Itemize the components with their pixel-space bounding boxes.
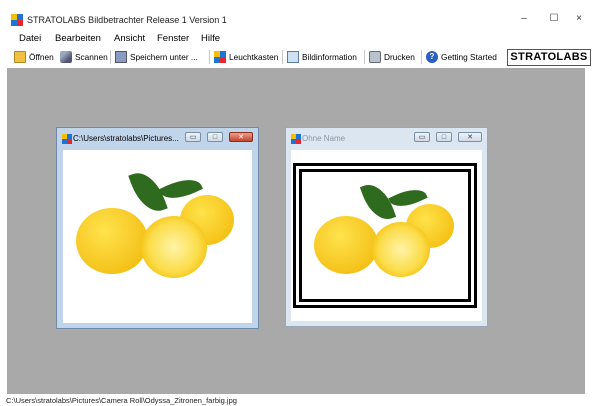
title-bar: STRATOLABS Bildbetrachter Release 1 Vers… [0,0,592,26]
scan-label: Scannen [75,51,108,62]
info-window-icon [287,50,299,63]
stratolabs-logo: STRATOLABS [507,49,591,66]
lightbox-icon [214,50,226,63]
toolbar-separator [282,49,283,64]
status-bar: C:\Users\stratolabs\Pictures\Camera Roll… [0,395,592,406]
lemon-shape [314,216,378,274]
subwindow-minimize-button[interactable]: ▭ [414,132,430,142]
folder-icon [14,50,26,63]
window-app-icon [291,134,301,144]
save-as-button[interactable]: Speichern unter ... [110,49,198,64]
lightbox-button[interactable]: Leuchtkasten [209,49,278,64]
image-window-title: Ohne Name [302,134,346,143]
maximize-button[interactable]: ☐ [541,11,567,27]
open-label: Öffnen [29,51,54,62]
menu-bearbeiten[interactable]: Bearbeiten [55,33,101,44]
double-frame-inner [299,169,471,302]
save-icon [115,50,127,63]
lightbox-label: Leuchtkasten [229,51,279,62]
lemon-half-shape [141,216,207,278]
menu-fenster[interactable]: Fenster [157,33,189,44]
toolbar-separator [364,49,365,64]
printer-icon [369,50,381,63]
app-icon [11,14,23,26]
lemon-half-shape [372,222,430,277]
print-label: Drucken [384,51,415,62]
image-window-title: C:\Users\stratolabs\Pictures... [73,134,179,143]
menu-bar: Datei Bearbeiten Ansicht Fenster Hilfe [0,32,592,46]
subwindow-restore-button[interactable]: □ [436,132,452,142]
subwindow-close-button[interactable]: ✕ [458,132,482,142]
image-info-label: Bildinformation [302,51,357,62]
toolbar-separator [110,49,111,64]
window-title: STRATOLABS Bildbetrachter Release 1 Vers… [27,15,227,25]
getting-started-button[interactable]: ? Getting Started [421,49,497,64]
close-button[interactable]: × [566,11,592,27]
image-info-button[interactable]: Bildinformation [282,49,357,64]
open-button[interactable]: Öffnen [14,49,54,64]
image-canvas [63,150,252,323]
menu-datei[interactable]: Datei [19,33,41,44]
minimize-button[interactable]: – [511,11,537,27]
help-icon: ? [426,50,438,63]
menu-ansicht[interactable]: Ansicht [114,33,145,44]
print-button[interactable]: Drucken [364,49,415,64]
subwindow-restore-button[interactable]: □ [207,132,223,142]
image-window-active[interactable]: C:\Users\stratolabs\Pictures... ▭ □ ✕ [56,127,259,329]
save-as-label: Speichern unter ... [130,51,198,62]
scan-button[interactable]: Scannen [60,49,108,64]
scanner-icon [60,50,72,63]
lemon-photo [63,150,252,300]
window-app-icon [62,134,72,144]
image-canvas [291,150,482,321]
toolbar: Öffnen Scannen Speichern unter ... Leuch… [0,47,592,66]
subwindow-close-button[interactable]: ✕ [229,132,253,142]
image-window-inactive[interactable]: Ohne Name ▭ □ ✕ [285,127,488,327]
toolbar-separator [421,49,422,64]
menu-hilfe[interactable]: Hilfe [201,33,220,44]
lemon-shape [76,208,148,274]
subwindow-minimize-button[interactable]: ▭ [185,132,201,142]
toolbar-separator [209,49,210,64]
getting-started-label: Getting Started [441,51,497,62]
